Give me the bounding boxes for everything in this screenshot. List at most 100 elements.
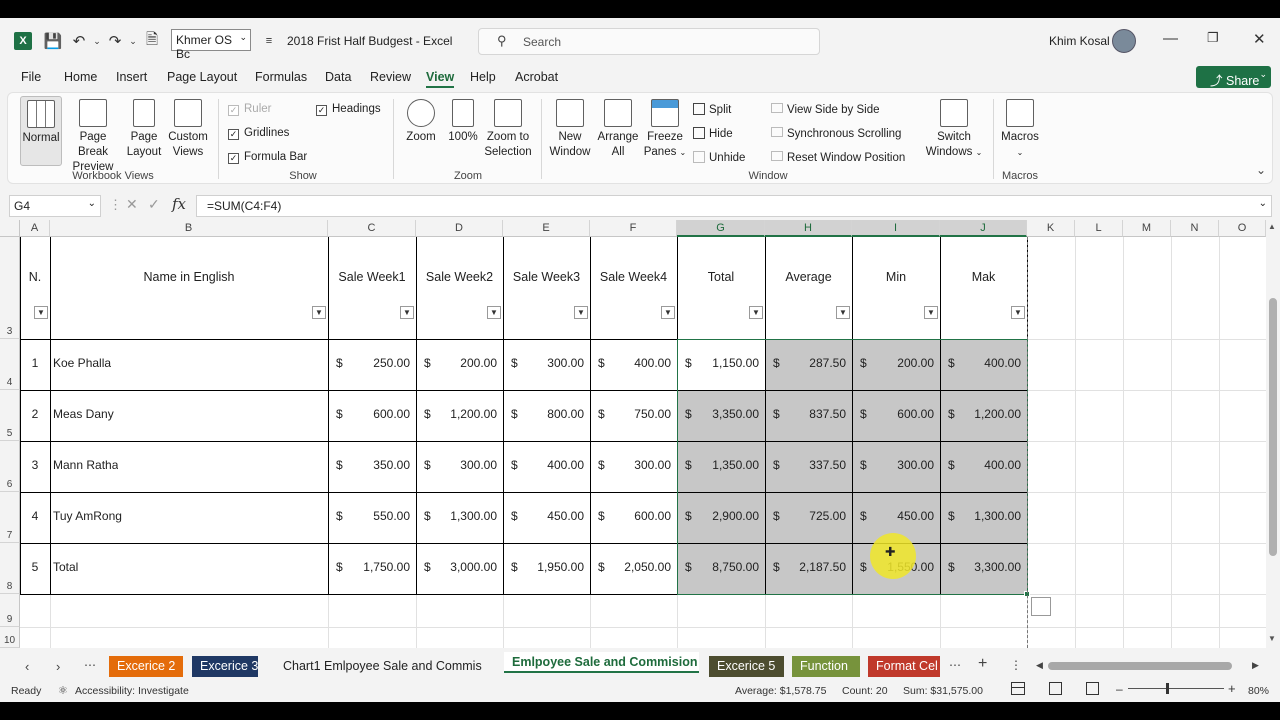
column-header-K[interactable]: K [1027, 220, 1075, 237]
column-header-E[interactable]: E [503, 220, 590, 237]
zoom-level[interactable]: 80% [1248, 685, 1269, 697]
filter-dropdown-icon[interactable]: ▼ [924, 306, 938, 319]
page-break-preview-button[interactable]: Page Break Preview [65, 99, 121, 175]
row-header-3[interactable]: 3 [0, 237, 20, 339]
macros-button[interactable]: Macros ⌄ [998, 99, 1042, 160]
close-icon[interactable]: ✕ [1253, 30, 1266, 48]
column-header-L[interactable]: L [1075, 220, 1123, 237]
name-box[interactable]: G4 ⌄ [9, 195, 101, 217]
enter-icon[interactable]: ✓ [148, 196, 160, 213]
restore-icon[interactable]: ❐ [1207, 30, 1219, 46]
scroll-up-icon[interactable]: ▲ [1268, 222, 1276, 231]
amount-cell[interactable]: 400.00 [590, 356, 671, 370]
avatar[interactable] [1112, 29, 1136, 53]
new-window-button[interactable]: New Window [548, 99, 592, 160]
search-input[interactable]: ⚲ Search [478, 28, 820, 55]
zoom-slider-thumb[interactable] [1166, 683, 1169, 694]
cancel-icon[interactable]: ✕ [126, 196, 138, 213]
amount-cell[interactable]: 450.00 [852, 509, 934, 523]
row-header-10[interactable]: 10 [0, 627, 20, 648]
column-header-H[interactable]: H [765, 220, 852, 237]
row-header-9[interactable]: 9 [0, 594, 20, 627]
redo-dropdown-icon[interactable]: ⌄ [124, 32, 142, 50]
amount-cell[interactable]: 337.50 [765, 458, 846, 472]
sheet-tab-2[interactable]: Chart1 Emlpoyee Sale and Commis [275, 656, 497, 677]
accessibility-status[interactable]: Accessibility: Investigate [75, 685, 189, 697]
amount-cell[interactable]: 300.00 [590, 458, 671, 472]
sheet-tab-3[interactable]: Emlpoyee Sale and Commision [504, 652, 699, 673]
menu-acrobat[interactable]: Acrobat [515, 70, 558, 84]
amount-cell[interactable]: 2,050.00 [590, 560, 671, 574]
menu-review[interactable]: Review [370, 70, 411, 84]
zoom-slider[interactable] [1128, 688, 1224, 689]
amount-cell[interactable]: 2,900.00 [677, 509, 759, 523]
column-header-N[interactable]: N [1171, 220, 1219, 237]
column-header-B[interactable]: B [50, 220, 328, 237]
amount-cell[interactable]: 600.00 [852, 407, 934, 421]
amount-cell[interactable]: 250.00 [328, 356, 410, 370]
formula-bar-checkbox[interactable]: ✓ Formula Bar [228, 151, 307, 164]
zoom-100-button[interactable]: 100% [446, 99, 480, 145]
amount-cell[interactable]: 1,300.00 [416, 509, 497, 523]
row-header-5[interactable]: 5 [0, 390, 20, 441]
share-button[interactable]: ⤴ Share ⌄ [1196, 66, 1271, 88]
more-tabs-icon[interactable]: ⋯ [84, 658, 96, 672]
select-all-corner[interactable] [0, 220, 20, 237]
gridlines-checkbox[interactable]: ✓ Gridlines [228, 127, 289, 140]
normal-view-button[interactable]: Normal [20, 96, 62, 166]
amount-cell[interactable]: 550.00 [328, 509, 410, 523]
menu-help[interactable]: Help [470, 70, 496, 84]
amount-cell[interactable]: 1,350.00 [677, 458, 759, 472]
undo-icon[interactable]: ↶ [70, 32, 88, 50]
page-break-status-icon[interactable] [1086, 682, 1099, 695]
redo-icon[interactable]: ↷ [106, 32, 124, 50]
sheet-tab-6[interactable]: Format Cel [868, 656, 940, 677]
horizontal-scroll-thumb[interactable] [1048, 662, 1232, 670]
zoom-in-icon[interactable]: + [1228, 681, 1236, 696]
tab-scroll-left-icon[interactable]: ‹ [25, 659, 29, 674]
amount-cell[interactable]: 800.00 [503, 407, 584, 421]
filter-dropdown-icon[interactable]: ▼ [1011, 306, 1025, 319]
amount-cell[interactable]: 1,200.00 [940, 407, 1021, 421]
amount-cell[interactable]: 2,187.50 [765, 560, 846, 574]
minimize-icon[interactable]: — [1163, 30, 1178, 47]
amount-cell[interactable]: 1,200.00 [416, 407, 497, 421]
headings-checkbox[interactable]: ✓ Headings [316, 103, 381, 116]
sheet-tab-5[interactable]: Function [792, 656, 860, 677]
more-tabs-right-icon[interactable]: ⋯ [949, 658, 961, 672]
row-header-8[interactable]: 8 [0, 543, 20, 594]
formula-input[interactable]: =SUM(C4:F4) ⌄ [196, 195, 1272, 217]
normal-view-status-icon[interactable] [1011, 682, 1025, 695]
amount-cell[interactable]: 400.00 [503, 458, 584, 472]
zoom-button[interactable]: Zoom [403, 99, 439, 145]
customize-toolbar-icon[interactable]: ≡ [260, 32, 278, 50]
amount-cell[interactable]: 1,150.00 [677, 356, 759, 370]
tab-options-icon[interactable]: ⋮ [1010, 658, 1022, 672]
filter-dropdown-icon[interactable]: ▼ [836, 306, 850, 319]
row-header-7[interactable]: 7 [0, 492, 20, 543]
amount-cell[interactable]: 837.50 [765, 407, 846, 421]
hscroll-right-icon[interactable]: ▶ [1252, 660, 1259, 671]
column-header-J[interactable]: J [940, 220, 1027, 237]
collapse-ribbon-icon[interactable]: ⌄ [1256, 163, 1266, 177]
amount-cell[interactable]: 600.00 [328, 407, 410, 421]
filter-dropdown-icon[interactable]: ▼ [34, 306, 48, 319]
amount-cell[interactable]: 600.00 [590, 509, 671, 523]
new-file-icon[interactable]: 🗎 [143, 31, 161, 50]
filter-dropdown-icon[interactable]: ▼ [400, 306, 414, 319]
amount-cell[interactable]: 3,350.00 [677, 407, 759, 421]
scroll-down-icon[interactable]: ▼ [1268, 634, 1276, 643]
arrange-all-button[interactable]: Arrange All [596, 99, 640, 160]
sheet-tab-0[interactable]: Excerice 2 [109, 656, 183, 677]
save-icon[interactable]: 💾 [44, 32, 63, 50]
add-sheet-icon[interactable]: + [978, 655, 987, 673]
amount-cell[interactable]: 725.00 [765, 509, 846, 523]
amount-cell[interactable]: 400.00 [940, 458, 1021, 472]
amount-cell[interactable]: 1,300.00 [940, 509, 1021, 523]
vertical-scroll-thumb[interactable] [1269, 298, 1277, 556]
row-header-4[interactable]: 4 [0, 339, 20, 390]
amount-cell[interactable]: 1,750.00 [328, 560, 410, 574]
column-header-M[interactable]: M [1123, 220, 1171, 237]
tab-scroll-right-icon[interactable]: › [56, 659, 60, 674]
font-name-input[interactable]: Khmer OS Bc ⌄ [171, 29, 251, 61]
